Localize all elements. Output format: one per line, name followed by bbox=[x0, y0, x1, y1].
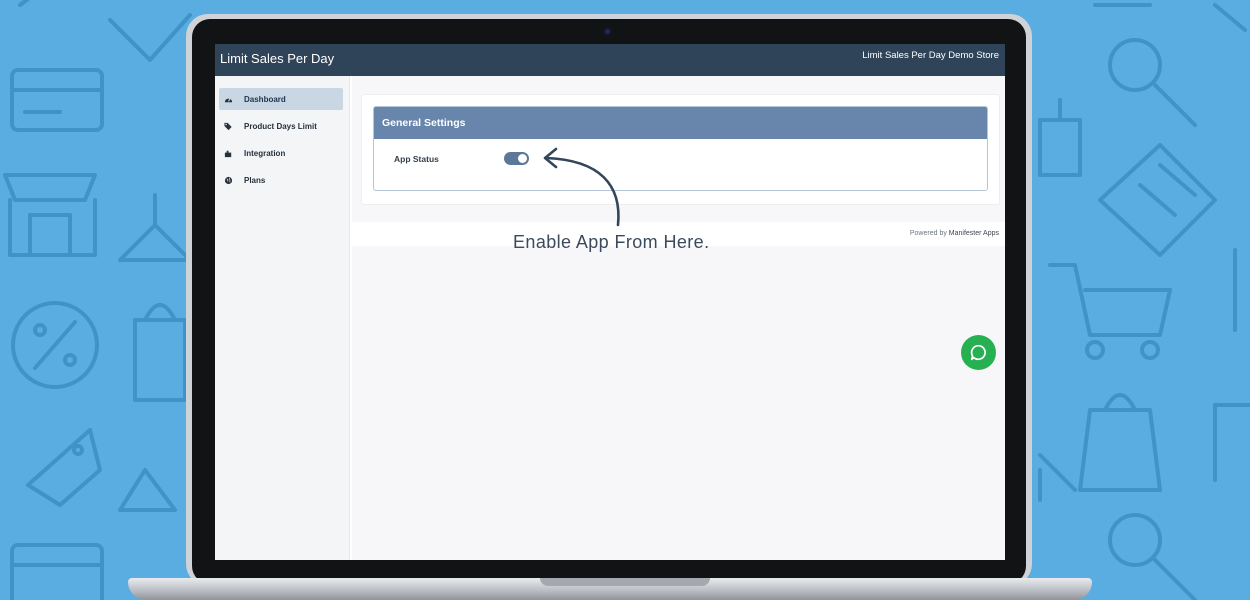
laptop-camera bbox=[603, 27, 612, 36]
panel-title: General Settings bbox=[374, 107, 987, 139]
app-screen: Limit Sales Per Day Limit Sales Per Day … bbox=[215, 44, 1005, 560]
sidebar: Dashboard Product Days Limit Integration… bbox=[215, 76, 350, 560]
store-name[interactable]: Limit Sales Per Day Demo Store bbox=[862, 50, 999, 61]
chat-button[interactable] bbox=[961, 335, 996, 370]
app-status-label: App Status bbox=[394, 154, 439, 164]
chat-bubble-icon bbox=[970, 344, 986, 361]
powered-by-text: Powered by Manifester Apps bbox=[910, 230, 999, 237]
settings-card: General Settings App Status bbox=[361, 94, 1000, 205]
top-bar: Limit Sales Per Day Limit Sales Per Day … bbox=[215, 44, 1005, 76]
annotation-caption: Enable App From Here. bbox=[513, 232, 710, 252]
sidebar-item-label: Product Days Limit bbox=[244, 121, 317, 131]
powered-by-label: Powered by bbox=[909, 230, 947, 237]
sidebar-item-plans[interactable]: Plans bbox=[219, 169, 343, 191]
sidebar-item-label: Plans bbox=[244, 175, 266, 185]
app-status-toggle[interactable] bbox=[504, 152, 529, 165]
toggle-knob bbox=[518, 154, 527, 163]
main-content: General Settings App Status Powered by M… bbox=[352, 76, 1005, 560]
laptop-notch bbox=[540, 578, 710, 586]
general-settings-panel: General Settings App Status bbox=[373, 106, 988, 191]
sidebar-item-label: Dashboard bbox=[244, 94, 286, 104]
tags-icon bbox=[224, 122, 233, 131]
sidebar-item-label: Integration bbox=[244, 148, 286, 158]
app-title: Limit Sales Per Day bbox=[220, 51, 335, 66]
puzzle-icon bbox=[224, 149, 233, 158]
annotation-arrow bbox=[543, 147, 620, 227]
sidebar-item-product-days-limit[interactable]: Product Days Limit bbox=[219, 115, 343, 137]
sidebar-item-dashboard[interactable]: Dashboard bbox=[219, 88, 343, 110]
powered-by-brand-link[interactable]: Manifester Apps bbox=[949, 230, 999, 237]
dashboard-gauge-icon bbox=[224, 95, 233, 104]
globe-icon bbox=[224, 176, 233, 185]
sidebar-item-integration[interactable]: Integration bbox=[219, 142, 343, 164]
